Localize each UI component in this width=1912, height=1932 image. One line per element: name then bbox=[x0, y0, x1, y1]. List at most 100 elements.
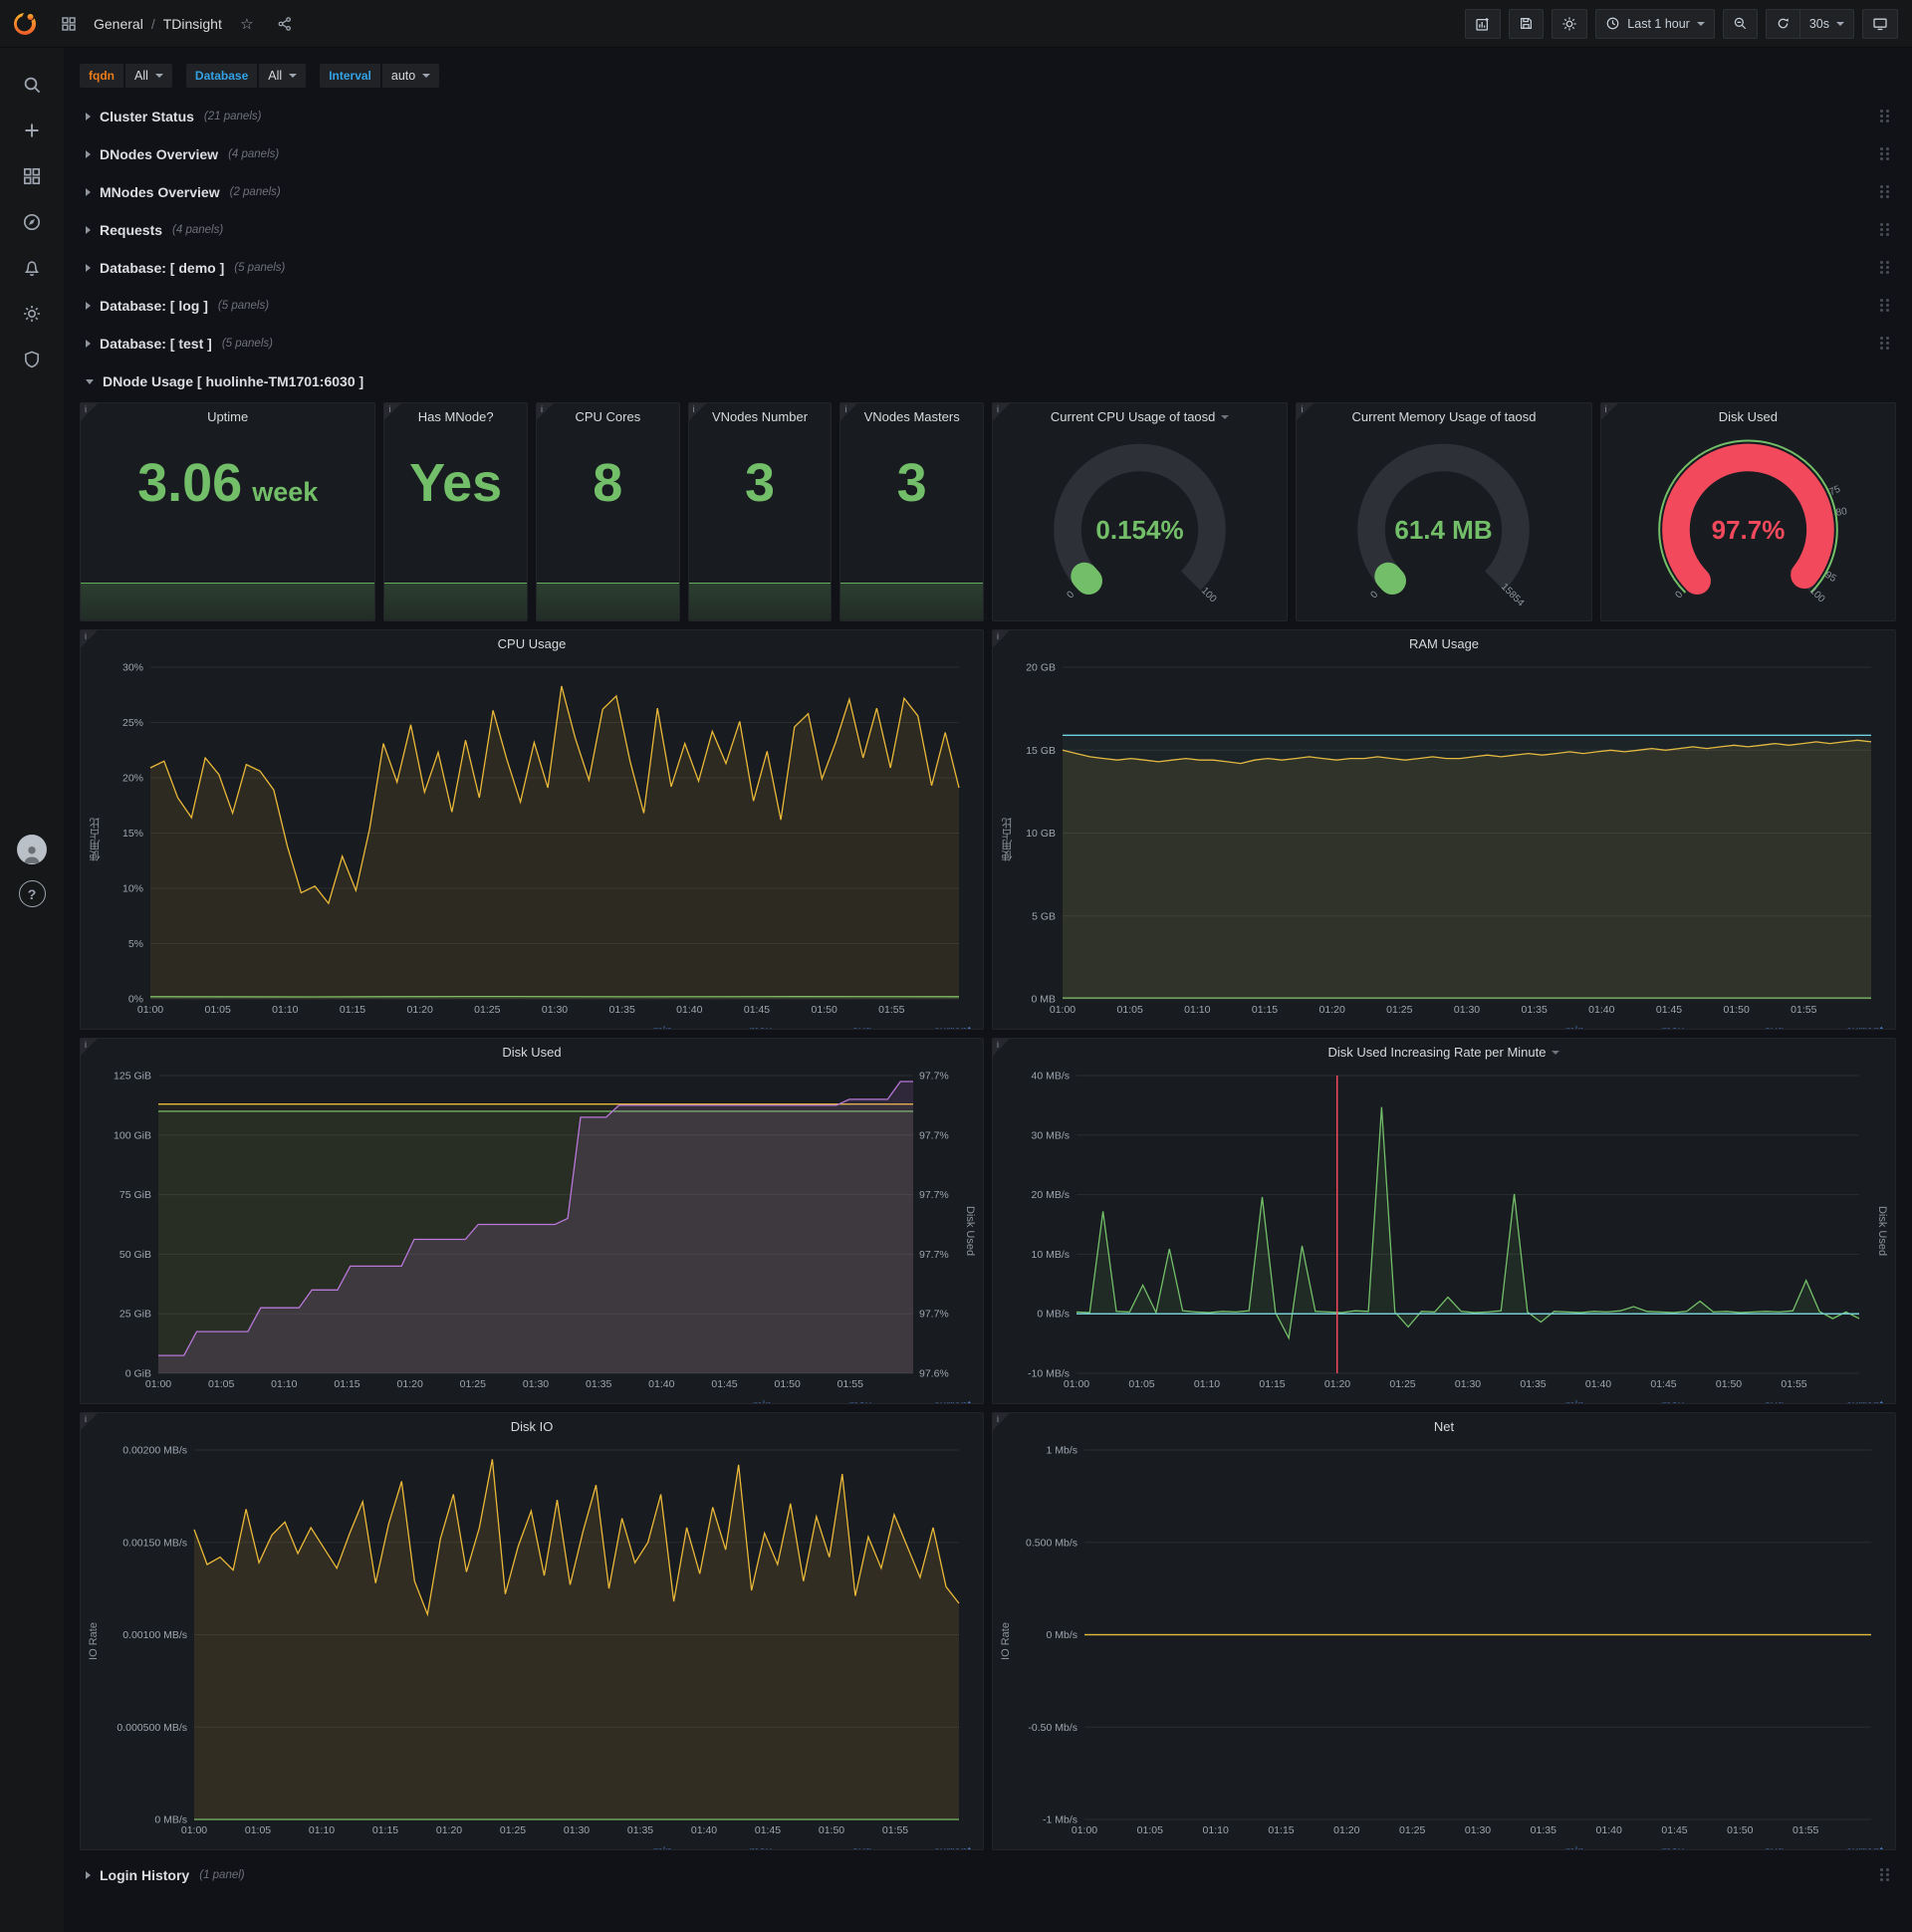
legend-column-header[interactable]: avg bbox=[772, 1024, 871, 1029]
dashboard-grid-icon-button[interactable] bbox=[54, 9, 84, 39]
info-icon[interactable]: i bbox=[384, 403, 402, 420]
info-icon[interactable]: i bbox=[81, 1039, 98, 1056]
panel-title[interactable]: CPU Cores bbox=[537, 403, 679, 430]
panel-title[interactable]: VNodes Masters bbox=[840, 403, 983, 430]
variable-value-dropdown[interactable]: auto bbox=[381, 64, 440, 88]
chart-plot[interactable]: -10 MB/s 0 MB/s 10 MB/s 20 MB/s 30 MB/s 40 MB… bbox=[999, 1068, 1889, 1393]
drag-handle-icon[interactable] bbox=[1880, 185, 1890, 199]
chart-plot[interactable]: 0 MB/s 0.000500 MB/s 0.00100 MB/s 0.00150 M… bbox=[87, 1442, 977, 1839]
legend-column-header[interactable]: min bbox=[573, 1844, 672, 1849]
panel-title[interactable]: RAM Usage bbox=[993, 630, 1895, 657]
refresh-button[interactable] bbox=[1765, 8, 1799, 39]
info-icon[interactable]: i bbox=[993, 403, 1010, 420]
panel-title[interactable]: Uptime bbox=[81, 403, 374, 430]
chart-plot[interactable]: 0% 5% 10% 15% 20% 25% 30% 01:00 01:05 01:10 01:15 0… bbox=[87, 659, 977, 1019]
drag-handle-icon[interactable] bbox=[1880, 299, 1890, 313]
variable-value-dropdown[interactable]: All bbox=[259, 64, 307, 88]
cycle-view-button[interactable] bbox=[1862, 8, 1898, 39]
info-icon[interactable]: i bbox=[537, 403, 554, 420]
legend-column-header[interactable]: current bbox=[871, 1398, 971, 1403]
legend-column-header[interactable]: current bbox=[871, 1024, 971, 1029]
legend-column-header[interactable]: max bbox=[672, 1024, 772, 1029]
legend-column-header[interactable]: max bbox=[672, 1844, 772, 1849]
sidebar-item-explore[interactable] bbox=[0, 199, 64, 245]
info-icon[interactable]: i bbox=[81, 403, 98, 420]
grafana-logo-icon[interactable] bbox=[10, 9, 40, 39]
add-panel-button[interactable] bbox=[1465, 8, 1502, 39]
panel-title[interactable]: Disk Used bbox=[81, 1039, 983, 1066]
row-dnodes-overview[interactable]: DNodes Overview (4 panels) bbox=[80, 137, 1896, 171]
sidebar-item-search[interactable] bbox=[0, 62, 64, 108]
variable-value-dropdown[interactable]: All bbox=[125, 64, 172, 88]
row-requests[interactable]: Requests (4 panels) bbox=[80, 213, 1896, 247]
panel-title[interactable]: Current CPU Usage of taosd bbox=[993, 403, 1287, 430]
sidebar-item-profile[interactable] bbox=[0, 833, 64, 866]
info-icon[interactable]: i bbox=[81, 630, 98, 647]
legend-column-header[interactable]: max bbox=[772, 1398, 871, 1403]
drag-handle-icon[interactable] bbox=[1880, 337, 1890, 351]
info-icon[interactable]: i bbox=[993, 1039, 1010, 1056]
panel-title[interactable]: Disk IO bbox=[81, 1413, 983, 1440]
legend-column-header[interactable]: avg bbox=[772, 1844, 871, 1849]
save-dashboard-button[interactable] bbox=[1509, 8, 1545, 39]
legend-column-header[interactable]: avg bbox=[1684, 1024, 1784, 1029]
drag-handle-icon[interactable] bbox=[1880, 147, 1890, 161]
legend-column-header[interactable]: min bbox=[1485, 1398, 1584, 1403]
sidebar-item-alerting[interactable] bbox=[0, 245, 64, 291]
info-icon[interactable]: i bbox=[840, 403, 858, 420]
info-icon[interactable]: i bbox=[688, 403, 706, 420]
legend-column-header[interactable]: min bbox=[672, 1398, 772, 1403]
chart-plot[interactable]: 0 GiB 97.6% 25 GiB 97.7% 50 GiB 97.7% 75 GiB 97… bbox=[87, 1068, 977, 1393]
legend-column-header[interactable]: avg bbox=[1684, 1844, 1784, 1849]
legend-column-header[interactable]: avg bbox=[1684, 1398, 1784, 1403]
legend-column-header[interactable]: current bbox=[1784, 1398, 1883, 1403]
sidebar-item-create[interactable] bbox=[0, 108, 64, 153]
row-login-history[interactable]: Login History (1 panel) bbox=[80, 1858, 1896, 1892]
legend-column-header[interactable]: current bbox=[871, 1844, 971, 1849]
drag-handle-icon[interactable] bbox=[1880, 261, 1890, 275]
info-icon[interactable]: i bbox=[81, 1413, 98, 1430]
info-icon[interactable]: i bbox=[1600, 403, 1618, 420]
chart-plot[interactable]: -1 Mb/s -0.50 Mb/s 0 Mb/s 0.500 Mb/s 1 Mb/s 0… bbox=[999, 1442, 1889, 1839]
row-database-test[interactable]: Database: [ test ] (5 panels) bbox=[80, 327, 1896, 361]
zoom-out-button[interactable] bbox=[1722, 8, 1758, 39]
panel-title[interactable]: Disk Used bbox=[1601, 403, 1895, 430]
sidebar-item-dashboards[interactable] bbox=[0, 153, 64, 199]
legend-column-header[interactable]: min bbox=[1485, 1024, 1584, 1029]
panel-title[interactable]: Has MNode? bbox=[384, 403, 527, 430]
legend-column-header[interactable]: max bbox=[1584, 1844, 1684, 1849]
time-picker-button[interactable]: Last 1 hour bbox=[1595, 8, 1715, 39]
legend-column-header[interactable]: current bbox=[1784, 1024, 1883, 1029]
row-mnodes-overview[interactable]: MNodes Overview (2 panels) bbox=[80, 175, 1896, 209]
legend-column-header[interactable]: current bbox=[1784, 1844, 1883, 1849]
panel-title[interactable]: Net bbox=[993, 1413, 1895, 1440]
chart-plot[interactable]: 0 MB 5 GB 10 GB 15 GB 20 GB 01:00 01:05 01:10 01… bbox=[999, 659, 1889, 1019]
row-database-log[interactable]: Database: [ log ] (5 panels) bbox=[80, 289, 1896, 323]
row-cluster-status[interactable]: Cluster Status (21 panels) bbox=[80, 100, 1896, 133]
legend-column-header[interactable]: max bbox=[1584, 1024, 1684, 1029]
panel-title[interactable]: CPU Usage bbox=[81, 630, 983, 657]
star-dashboard-button[interactable]: ☆ bbox=[232, 9, 262, 39]
drag-handle-icon[interactable] bbox=[1880, 110, 1890, 123]
dashboard-settings-button[interactable] bbox=[1552, 8, 1588, 39]
sidebar-item-configuration[interactable] bbox=[0, 291, 64, 337]
drag-handle-icon[interactable] bbox=[1880, 1868, 1890, 1882]
info-icon[interactable]: i bbox=[1297, 403, 1314, 420]
breadcrumb-folder[interactable]: General bbox=[94, 16, 143, 32]
info-icon[interactable]: i bbox=[993, 1413, 1010, 1430]
breadcrumb-dashboard[interactable]: TDinsight bbox=[163, 16, 222, 32]
panel-title[interactable]: VNodes Number bbox=[689, 403, 832, 430]
refresh-interval-button[interactable]: 30s bbox=[1798, 8, 1854, 39]
sidebar-item-server-admin[interactable] bbox=[0, 337, 64, 382]
panel-title[interactable]: Current Memory Usage of taosd bbox=[1297, 403, 1590, 430]
share-dashboard-button[interactable] bbox=[270, 9, 300, 39]
row-database-demo[interactable]: Database: [ demo ] (5 panels) bbox=[80, 251, 1896, 285]
info-icon[interactable]: i bbox=[993, 630, 1010, 647]
panel-title[interactable]: Disk Used Increasing Rate per Minute bbox=[993, 1039, 1895, 1066]
legend-column-header[interactable]: min bbox=[1485, 1844, 1584, 1849]
drag-handle-icon[interactable] bbox=[1880, 223, 1890, 237]
sidebar-item-help[interactable]: ? bbox=[18, 880, 46, 907]
row-dnode-usage[interactable]: DNode Usage [ huolinhe-TM1701:6030 ] bbox=[80, 364, 1896, 398]
legend-column-header[interactable]: max bbox=[1584, 1398, 1684, 1403]
legend-column-header[interactable]: min bbox=[573, 1024, 672, 1029]
